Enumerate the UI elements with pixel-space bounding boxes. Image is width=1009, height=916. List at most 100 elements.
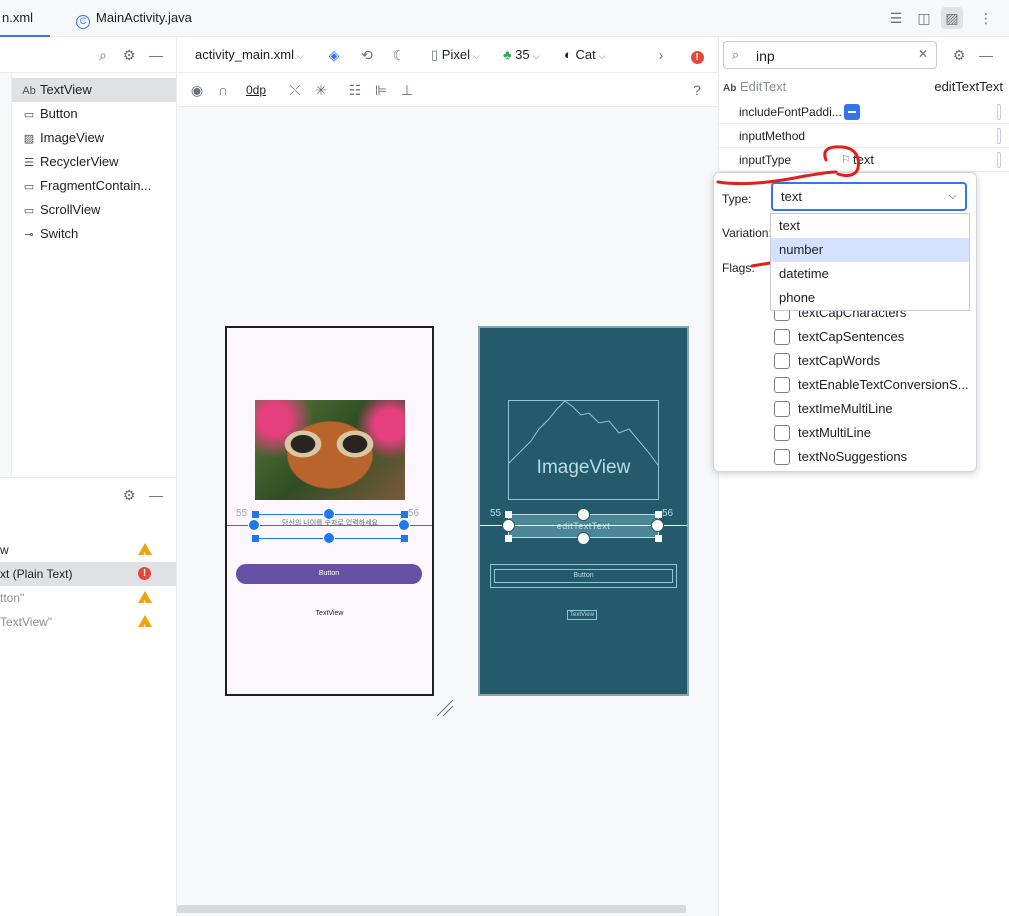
tree-row-imageview[interactable]: w <box>0 538 176 568</box>
constraint-handle-right[interactable] <box>398 519 410 531</box>
tree-row-button[interactable]: tton" <box>0 586 176 616</box>
gear-icon[interactable]: ⚙ <box>118 44 140 66</box>
resize-handle[interactable] <box>505 511 512 518</box>
palette-categories[interactable] <box>0 73 12 477</box>
gear-icon[interactable]: ⚙ <box>118 484 140 506</box>
infer-constraints-icon[interactable]: ✳ <box>311 80 331 100</box>
java-class-icon: C <box>76 15 90 29</box>
type-option-datetime[interactable]: datetime <box>771 262 969 286</box>
guidelines-icon[interactable]: ⊥ <box>397 80 417 100</box>
palette-item-imageview[interactable]: ▨ ImageView <box>12 126 176 150</box>
type-option-phone[interactable]: phone <box>771 286 969 310</box>
preview-textview[interactable]: TextView <box>227 610 432 617</box>
checkbox[interactable] <box>774 425 790 441</box>
checkbox[interactable] <box>774 329 790 345</box>
minimize-icon[interactable]: — <box>975 44 997 66</box>
design-preview-screen[interactable]: 당신의 나이를 숫자로 입력하세요 55 56 Button TextView <box>225 326 434 696</box>
blueprint-button[interactable]: Button <box>490 564 677 588</box>
constraint-handle-bottom[interactable] <box>577 532 590 545</box>
type-option-text[interactable]: text <box>771 214 969 238</box>
warning-icon[interactable] <box>138 591 152 616</box>
palette-item-scrollview[interactable]: ▭ ScrollView <box>12 198 176 222</box>
layout-file-dropdown[interactable]: activity_main.xml ⌵ <box>195 37 304 73</box>
edit-field[interactable] <box>997 104 1001 120</box>
clear-constraints-icon[interactable]: ⤬ <box>285 80 305 100</box>
palette-item-textview[interactable]: Ab TextView <box>12 78 176 102</box>
attr-row-inputmethod[interactable]: inputMethod <box>719 124 1009 148</box>
constraint-handle-top[interactable] <box>577 508 590 521</box>
resize-handle[interactable] <box>655 511 662 518</box>
layers-icon[interactable]: ◈ <box>324 45 344 65</box>
eye-icon[interactable]: ◉ <box>187 80 207 100</box>
resize-handle[interactable] <box>401 535 408 542</box>
magnet-icon[interactable]: ∩ <box>213 80 233 100</box>
edit-field[interactable] <box>997 128 1001 144</box>
resize-handle[interactable] <box>252 535 259 542</box>
constraint-handle-left[interactable] <box>502 519 515 532</box>
split-view-icon[interactable]: ◫ <box>913 7 935 29</box>
minimize-icon[interactable]: — <box>145 44 167 66</box>
chevron-right-icon[interactable]: › <box>651 45 671 65</box>
tree-row-textview[interactable]: TextView" <box>0 610 176 640</box>
constraint-handle-left[interactable] <box>248 519 260 531</box>
blueprint-imageview[interactable]: ImageView <box>508 400 659 500</box>
api-dropdown[interactable]: ♣ 35 ⌵ <box>503 37 539 73</box>
resize-handle[interactable] <box>505 535 512 542</box>
checkbox[interactable] <box>774 401 790 417</box>
palette-item-recyclerview[interactable]: ☰ RecyclerView <box>12 150 176 174</box>
resize-handle[interactable] <box>252 511 259 518</box>
palette-item-fragmentcontainer[interactable]: ▭ FragmentContain... <box>12 174 176 198</box>
default-margin-field[interactable]: 0dp <box>239 80 273 100</box>
preview-button[interactable]: Button <box>236 564 422 584</box>
checkbox[interactable] <box>774 449 790 465</box>
edit-field[interactable] <box>997 152 1001 168</box>
checkbox[interactable] <box>774 353 790 369</box>
resize-handle[interactable] <box>655 535 662 542</box>
design-toolbar: activity_main.xml ⌵ ◈ ⟲ ☾ ▯ Pixel ⌵ ♣ 35 ⌵ … <box>177 37 718 73</box>
blueprint-textview[interactable]: TextView <box>567 610 597 620</box>
design-view-icon[interactable]: ▨ <box>941 7 963 29</box>
constraint-handle-top[interactable] <box>323 508 335 520</box>
type-option-number[interactable]: number <box>771 238 969 262</box>
margin-left-label: 55 <box>490 508 502 519</box>
component-id[interactable]: editTextText <box>934 79 1003 94</box>
more-options-icon[interactable]: ⋮ <box>975 7 997 29</box>
orientation-icon[interactable]: ⟲ <box>357 45 377 65</box>
gear-icon[interactable]: ⚙ <box>948 44 970 66</box>
cat-image[interactable] <box>255 400 405 500</box>
device-dropdown[interactable]: ▯ Pixel ⌵ <box>431 37 480 73</box>
checkbox[interactable] <box>774 377 790 393</box>
search-icon[interactable]: ⌕ <box>92 44 114 66</box>
attr-row-inputtype[interactable]: inputType ⚐ text <box>719 148 1009 172</box>
palette-item-button[interactable]: ▭ Button <box>12 102 176 126</box>
align-icon[interactable]: ⊫ <box>371 80 391 100</box>
clear-icon[interactable]: ✕ <box>918 47 928 61</box>
checkbox-indeterminate[interactable] <box>844 104 860 120</box>
flag-icon[interactable]: ⚐ <box>841 148 851 172</box>
tree-row-label: TextView" <box>0 615 53 629</box>
error-icon[interactable]: ! <box>138 567 151 580</box>
attributes-panel: ⌕ inp ✕ ⚙ — Ab EditText editTextText inc… <box>718 37 1009 916</box>
type-dropdown[interactable]: text ⌵ <box>771 182 967 211</box>
resize-handle[interactable] <box>401 511 408 518</box>
constraint-handle-right[interactable] <box>651 519 664 532</box>
attribute-search-field[interactable]: ⌕ inp ✕ <box>723 41 937 69</box>
palette-item-switch[interactable]: ⊸ Switch <box>12 222 176 246</box>
code-view-icon[interactable]: ☰ <box>885 7 907 29</box>
resize-grip-icon[interactable] <box>435 698 455 718</box>
warning-icon[interactable] <box>138 543 152 568</box>
tree-row-edittext[interactable]: xt (Plain Text) ! <box>0 562 176 586</box>
night-mode-icon[interactable]: ☾ <box>389 45 409 65</box>
blueprint-preview-screen[interactable]: ImageView editTextText 55 56 Button Text… <box>478 326 689 696</box>
horizontal-scrollbar[interactable] <box>177 905 686 913</box>
error-indicator-icon[interactable]: ! <box>687 45 707 65</box>
pack-icon[interactable]: ☷ <box>345 80 365 100</box>
tab-mainactivity-java[interactable]: C MainActivity.java <box>76 0 216 37</box>
constraint-handle-bottom[interactable] <box>323 532 335 544</box>
minimize-icon[interactable]: — <box>145 484 167 506</box>
warning-icon[interactable] <box>138 615 152 640</box>
theme-dropdown[interactable]: ◐ Cat ⌵ <box>564 37 606 73</box>
attr-row-includefontpadding[interactable]: includeFontPaddi... <box>719 100 1009 124</box>
help-icon[interactable]: ? <box>687 80 707 100</box>
tab-activity-main-xml[interactable]: n.xml <box>0 0 50 37</box>
